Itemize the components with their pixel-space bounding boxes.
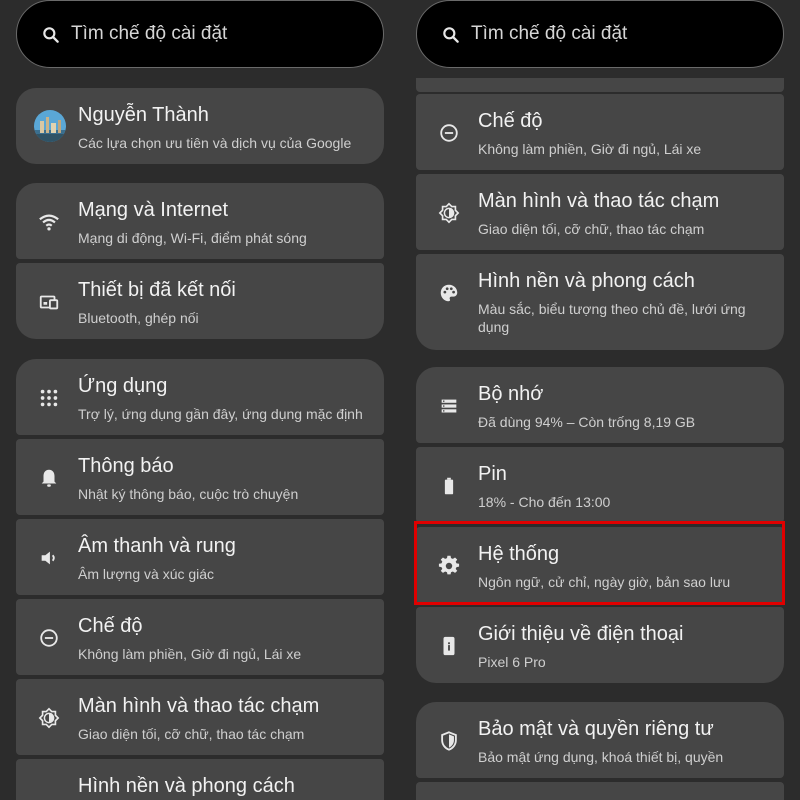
settings-item-wallpaper[interactable]: Hình nền và phong cách — [16, 759, 384, 800]
highlight-box — [414, 521, 785, 605]
settings-item-apps[interactable]: Ứng dụng Trợ lý, ứng dụng gần đây, ứng d… — [16, 359, 384, 435]
settings-item-subtitle: 18% - Cho đến 13:00 — [478, 494, 611, 510]
settings-item-title: Bộ nhớ — [478, 383, 544, 405]
settings-item-title: Pin — [478, 463, 507, 485]
search-bar-left[interactable]: Tìm chế độ cài đặt — [16, 0, 384, 68]
storage-icon — [441, 399, 457, 413]
settings-item-subtitle: Giao diện tối, cỡ chữ, thao tác chạm — [478, 221, 705, 237]
settings-item-security[interactable]: Bảo mật và quyền riêng tư Bảo mật ứng dụ… — [416, 702, 784, 778]
settings-item-subtitle: Các lựa chọn ưu tiên và dịch vụ của Goog… — [78, 135, 352, 151]
settings-item-title: Hình nền và phong cách — [78, 775, 295, 797]
settings-item-network[interactable]: Mạng và Internet Mạng di động, Wi-Fi, đi… — [16, 183, 384, 259]
do-not-disturb-icon — [440, 124, 458, 142]
settings-item-title: Âm thanh và rung — [78, 535, 236, 557]
settings-item-wallpaper[interactable]: Hình nền và phong cách Màu sắc, biểu tượ… — [416, 254, 784, 350]
speaker-icon — [41, 551, 55, 565]
search-icon — [443, 27, 459, 43]
settings-item-modes[interactable]: Chế độ Không làm phiền, Giờ đi ngủ, Lái … — [16, 599, 384, 675]
settings-item-title: Ứng dụng — [78, 375, 168, 397]
settings-item-title: Màn hình và thao tác chạm — [478, 190, 720, 212]
avatar — [34, 110, 66, 142]
settings-item-title: Thông báo — [78, 455, 174, 477]
search-bar-right[interactable]: Tìm chế độ cài đặt — [416, 0, 784, 68]
settings-item-storage[interactable]: Bộ nhớ Đã dùng 94% – Còn trống 8,19 GB — [416, 367, 784, 443]
settings-item-display[interactable]: Màn hình và thao tác chạm Giao diện tối,… — [16, 679, 384, 755]
settings-item-subtitle: Pixel 6 Pro — [478, 654, 546, 670]
settings-item-subtitle: Giao diện tối, cỡ chữ, thao tác chạm — [78, 726, 305, 742]
settings-item-subtitle: Không làm phiền, Giờ đi ngủ, Lái xe — [78, 646, 302, 662]
settings-item-subtitle: Mạng di động, Wi-Fi, điểm phát sóng — [78, 230, 307, 246]
settings-item-title: Chế độ — [78, 615, 143, 637]
settings-item-subtitle: Trợ lý, ứng dụng gần đây, ứng dụng mặc đ… — [78, 406, 363, 422]
settings-item-subtitle: Đã dùng 94% – Còn trống 8,19 GB — [478, 414, 696, 430]
settings-item-battery[interactable]: Pin 18% - Cho đến 13:00 — [416, 447, 784, 523]
settings-item-display[interactable]: Màn hình và thao tác chạm Giao diện tối,… — [416, 174, 784, 250]
settings-item-connected-devices[interactable]: Thiết bị đã kết nối Bluetooth, ghép nối — [16, 263, 384, 339]
connected-devices-icon — [39, 295, 59, 310]
settings-item-notifications[interactable]: Thông báo Nhật ký thông báo, cuộc trò ch… — [16, 439, 384, 515]
settings-item-subtitle: Bluetooth, ghép nối — [78, 310, 199, 326]
apps-grid-icon — [40, 389, 58, 407]
settings-item-title: Nguyễn Thành — [78, 104, 209, 126]
settings-item-partial[interactable] — [416, 782, 784, 800]
search-icon — [43, 27, 59, 43]
settings-item-title: Chế độ — [478, 110, 543, 132]
shield-icon — [441, 731, 457, 751]
brightness-icon — [38, 707, 60, 729]
phone-info-icon — [443, 636, 455, 656]
settings-item-account[interactable]: Nguyễn Thành Các lựa chọn ưu tiên và dịc… — [16, 88, 384, 164]
search-placeholder: Tìm chế độ cài đặt — [471, 23, 628, 44]
wifi-icon — [39, 214, 59, 231]
settings-item-title: Bảo mật và quyền riêng tư — [478, 718, 714, 740]
settings-item-subtitle: Nhật ký thông báo, cuộc trò chuyện — [78, 486, 299, 502]
settings-item-title: Giới thiệu về điện thoại — [478, 623, 684, 645]
settings-item-title: Mạng và Internet — [78, 199, 229, 221]
settings-item-subtitle: Màu sắc, biểu tượng theo chủ đề, lưới ứn… — [478, 301, 746, 335]
brightness-icon — [438, 202, 460, 224]
battery-icon — [444, 477, 454, 495]
settings-item-subtitle: Không làm phiền, Giờ đi ngủ, Lái xe — [478, 141, 702, 157]
settings-item-sound[interactable]: Âm thanh và rung Âm lượng và xúc giác — [16, 519, 384, 595]
do-not-disturb-icon — [40, 629, 58, 647]
settings-item-about-phone[interactable]: Giới thiệu về điện thoại Pixel 6 Pro — [416, 607, 784, 683]
settings-item-title: Màn hình và thao tác chạm — [78, 695, 320, 717]
settings-item-title: Hình nền và phong cách — [478, 270, 695, 292]
bell-icon — [41, 469, 57, 487]
palette-icon — [440, 284, 458, 302]
settings-item-partial[interactable] — [416, 78, 784, 92]
settings-item-title: Thiết bị đã kết nối — [78, 279, 236, 301]
settings-item-modes[interactable]: Chế độ Không làm phiền, Giờ đi ngủ, Lái … — [416, 94, 784, 170]
settings-item-subtitle: Bảo mật ứng dụng, khoá thiết bị, quyền — [478, 749, 724, 765]
search-placeholder: Tìm chế độ cài đặt — [71, 23, 228, 44]
settings-item-subtitle: Âm lượng và xúc giác — [78, 566, 215, 582]
